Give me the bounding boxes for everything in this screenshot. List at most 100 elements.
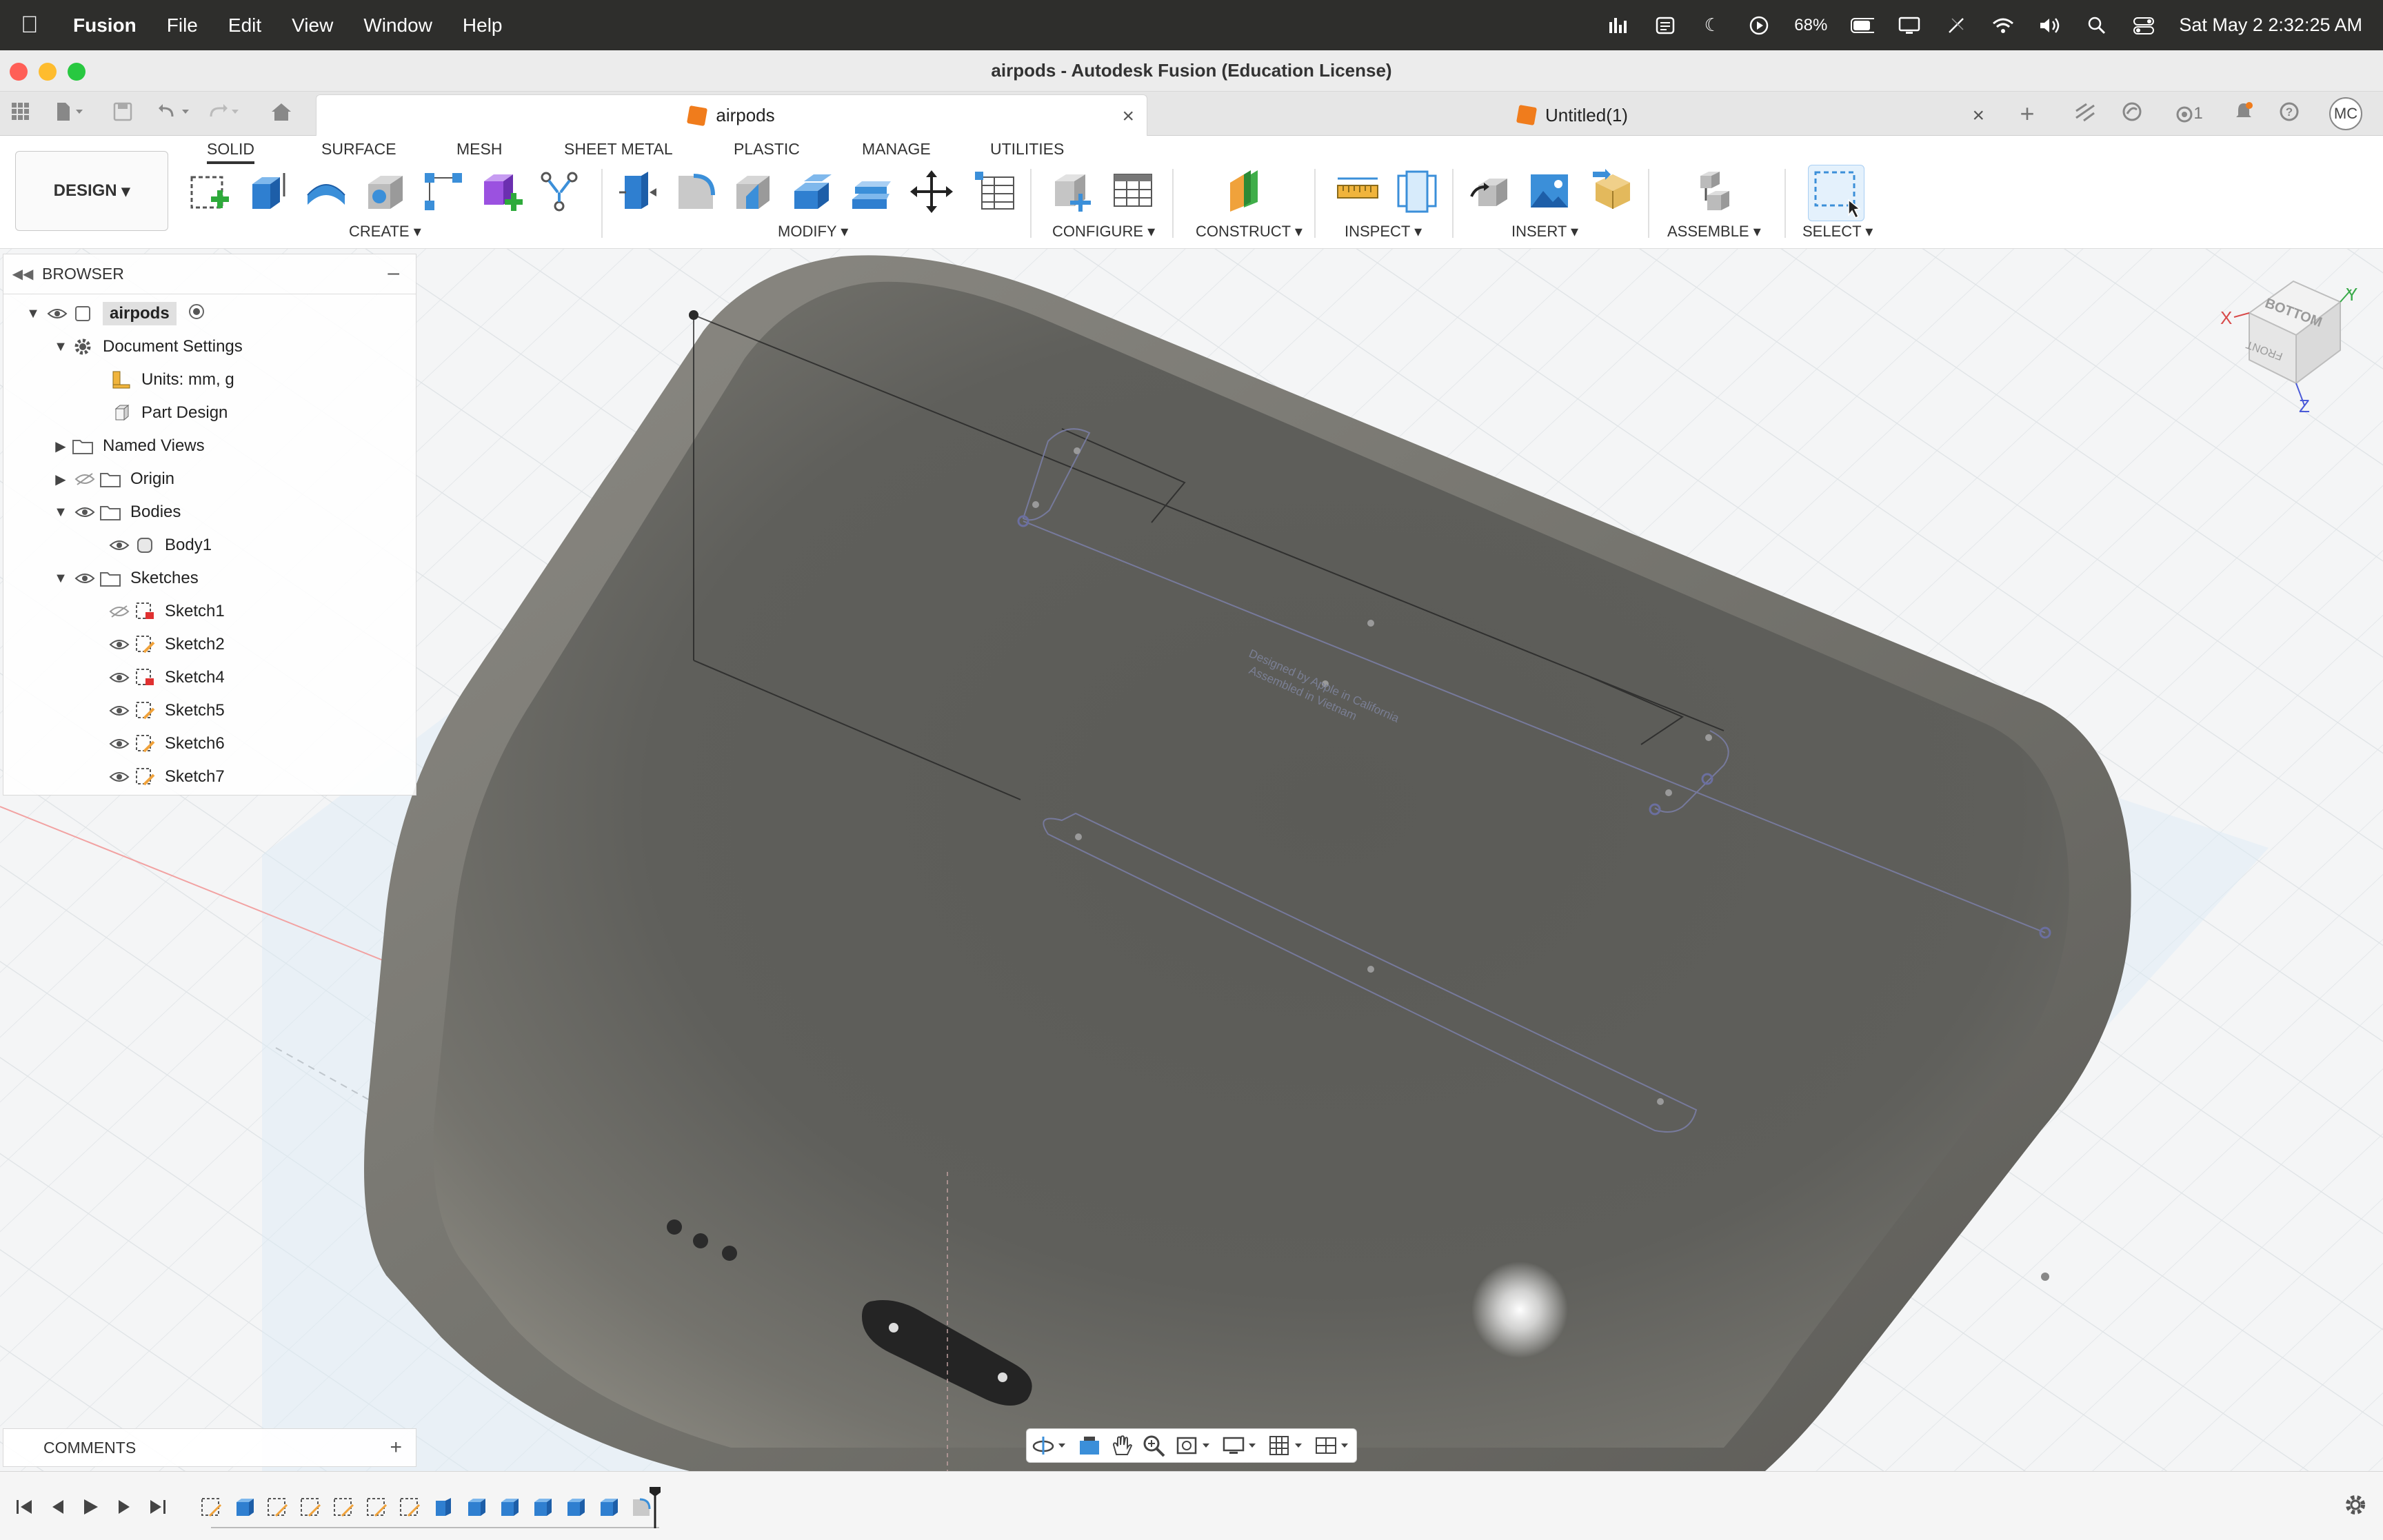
timeline-marker[interactable]: [648, 1486, 662, 1530]
home-icon[interactable]: [269, 101, 294, 126]
caret-down-icon[interactable]: ▼: [23, 306, 43, 322]
timeline-next-icon[interactable]: [114, 1497, 135, 1522]
display-settings-icon[interactable]: [1221, 1434, 1260, 1457]
tab-plastic[interactable]: PLASTIC: [734, 140, 800, 159]
play-icon[interactable]: [1747, 15, 1771, 36]
visibility-eye-icon[interactable]: [43, 306, 71, 321]
insert-menu[interactable]: INSERT ▾: [1511, 223, 1578, 241]
tree-origin[interactable]: ▶ Origin: [50, 463, 174, 496]
tree-named-views[interactable]: ▶ Named Views: [50, 429, 204, 463]
timeline-sketch-icon[interactable]: [332, 1497, 354, 1519]
menu-edit[interactable]: Edit: [228, 14, 261, 37]
select-menu[interactable]: SELECT ▾: [1802, 223, 1873, 241]
look-at-icon[interactable]: [1077, 1434, 1102, 1457]
timeline-extrude-icon[interactable]: [597, 1497, 619, 1519]
menubar-clock[interactable]: Sat May 2 2:32:25 AM: [2179, 14, 2362, 36]
tree-sketch-item[interactable]: Sketch7: [105, 760, 225, 793]
inspect-menu[interactable]: INSPECT ▾: [1345, 223, 1422, 241]
file-menu-icon[interactable]: [55, 101, 83, 126]
tree-sketch-item[interactable]: Sketch1: [105, 595, 225, 628]
timeline-sketch-icon[interactable]: [266, 1497, 288, 1519]
online-status-icon[interactable]: [2120, 101, 2144, 126]
notes-icon[interactable]: [1653, 15, 1677, 36]
fillet-icon[interactable]: [673, 169, 718, 214]
pen-slash-icon[interactable]: [1944, 15, 1968, 36]
menu-window[interactable]: Window: [363, 14, 432, 37]
orbit-icon[interactable]: [1031, 1434, 1069, 1457]
menu-app-name[interactable]: Fusion: [73, 14, 137, 37]
spotlight-search-icon[interactable]: [2085, 15, 2109, 36]
create-sketch-icon[interactable]: [186, 169, 232, 214]
timeline-sketch-icon[interactable]: [365, 1497, 388, 1519]
job-status-icon[interactable]: 1: [2165, 101, 2213, 126]
extensions-icon[interactable]: [2073, 101, 2098, 126]
caret-down-icon[interactable]: ▼: [50, 339, 71, 355]
close-tab-icon[interactable]: ×: [1122, 105, 1134, 128]
workspace-switcher-button[interactable]: DESIGN ▾: [15, 151, 168, 231]
menu-file[interactable]: File: [167, 14, 198, 37]
visibility-eye-icon[interactable]: [105, 670, 133, 685]
tab-airpods[interactable]: airpods ×: [316, 94, 1147, 136]
visibility-eye-icon[interactable]: [105, 736, 133, 751]
tab-mesh[interactable]: MESH: [456, 140, 502, 159]
menu-help[interactable]: Help: [463, 14, 503, 37]
tree-units[interactable]: Units: mm, g: [110, 363, 234, 396]
minimize-browser-icon[interactable]: –: [388, 261, 399, 285]
data-panel-grid-icon[interactable]: [8, 101, 33, 126]
visibility-eye-icon[interactable]: [105, 703, 133, 718]
caret-down-icon[interactable]: ▼: [50, 505, 71, 520]
timeline-press-pull-icon[interactable]: [432, 1497, 454, 1519]
wifi-icon[interactable]: [1991, 15, 2015, 36]
insert-derive-icon[interactable]: [1469, 169, 1514, 214]
timeline-start-icon[interactable]: [14, 1497, 34, 1522]
tree-bodies[interactable]: ▼ Bodies: [50, 496, 181, 529]
joint-icon[interactable]: [1691, 169, 1736, 214]
viewports-icon[interactable]: [1314, 1434, 1352, 1457]
caret-right-icon[interactable]: ▶: [50, 438, 71, 455]
parameters-table-icon[interactable]: [972, 169, 1018, 214]
timeline-settings-gear-icon[interactable]: [2343, 1492, 2368, 1522]
canvas-image-icon[interactable]: [1527, 169, 1572, 214]
tab-utilities[interactable]: UTILITIES: [990, 140, 1064, 159]
fit-to-window-icon[interactable]: [1175, 1434, 1214, 1457]
configure-menu[interactable]: CONFIGURE ▾: [1052, 223, 1155, 241]
hole-icon[interactable]: [363, 169, 408, 214]
combine-icon[interactable]: [848, 169, 894, 214]
visibility-eye-icon[interactable]: [105, 538, 133, 553]
tab-surface[interactable]: SURFACE: [321, 140, 396, 159]
undo-icon[interactable]: [157, 101, 189, 126]
tree-sketch-item[interactable]: Sketch6: [105, 727, 225, 760]
timeline-extrude-icon[interactable]: [233, 1497, 255, 1519]
tab-manage[interactable]: MANAGE: [862, 140, 931, 159]
visibility-eye-icon[interactable]: [105, 769, 133, 784]
configure-icon[interactable]: [1049, 169, 1095, 214]
chamfer-icon[interactable]: [731, 169, 776, 214]
timeline-extrude-icon[interactable]: [465, 1497, 487, 1519]
select-tool-button[interactable]: [1808, 165, 1864, 221]
visibility-eye-icon[interactable]: [71, 505, 99, 520]
visibility-eye-icon[interactable]: [105, 637, 133, 652]
caret-right-icon[interactable]: ▶: [50, 471, 71, 488]
timeline-extrude-icon[interactable]: [564, 1497, 586, 1519]
timeline-extrude-icon[interactable]: [498, 1497, 520, 1519]
tree-part-design[interactable]: Part Design: [110, 396, 228, 429]
measure-icon[interactable]: [1335, 169, 1380, 214]
add-comment-plus-icon[interactable]: +: [390, 1436, 402, 1459]
timeline-extrude-icon[interactable]: [531, 1497, 553, 1519]
caret-down-icon[interactable]: ▼: [50, 571, 71, 587]
visibility-hidden-icon[interactable]: [105, 604, 133, 619]
control-center-icon[interactable]: [2132, 15, 2155, 36]
tree-document-settings[interactable]: ▼ Document Settings: [50, 330, 243, 363]
grid-settings-icon[interactable]: [1267, 1434, 1306, 1457]
revolve-icon[interactable]: [303, 169, 349, 214]
timeline-previous-icon[interactable]: [47, 1497, 68, 1522]
section-analysis-icon[interactable]: [1394, 169, 1440, 214]
tree-root-airpods[interactable]: ▼ airpods: [23, 297, 205, 330]
menu-view[interactable]: View: [292, 14, 333, 37]
apple-menu-icon[interactable]: : [21, 12, 62, 39]
extrude-icon[interactable]: [245, 169, 291, 214]
save-icon[interactable]: [110, 101, 135, 126]
insert-mcmaster-icon[interactable]: [1590, 169, 1636, 214]
moon-icon[interactable]: ☾: [1700, 14, 1724, 36]
comments-panel[interactable]: COMMENTS +: [3, 1428, 416, 1467]
